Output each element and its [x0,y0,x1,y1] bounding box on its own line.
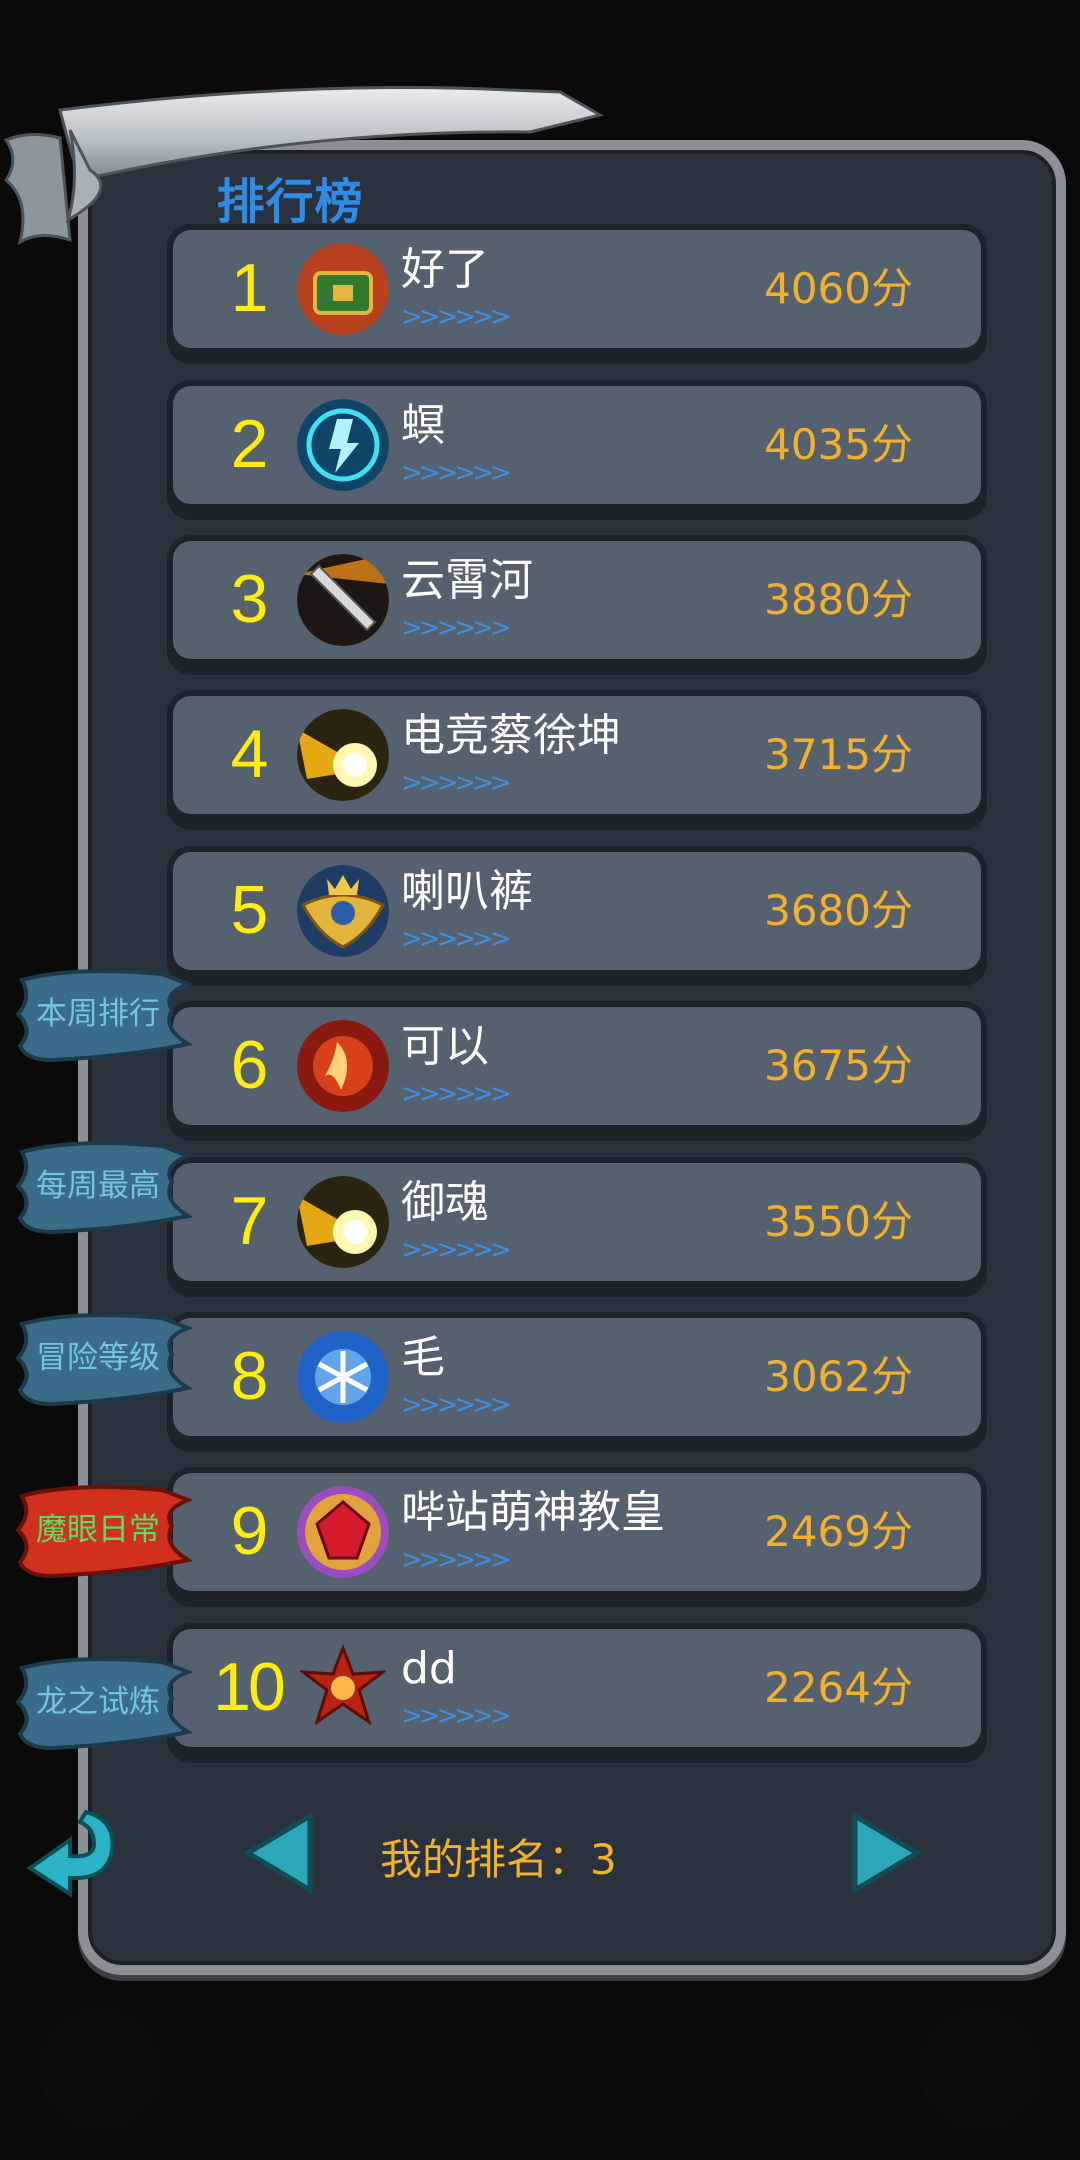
treasure-chest-icon [297,243,389,335]
fire-figure-icon [297,1020,389,1112]
player-score: 3680分 [764,886,913,935]
background-settings-icon [920,2010,1040,2130]
prev-page-button[interactable] [240,1808,320,1898]
leaderboard-row[interactable]: 5 喇叭裤 >>>>>> 3680分 [173,852,981,970]
player-score: 3715分 [764,730,913,779]
back-arrow-icon [26,1809,115,1898]
leaderboard-row[interactable]: 9 哔站萌神教皇 >>>>>> 2469分 [173,1473,981,1591]
leaderboard-row[interactable]: 7 御魂 >>>>>> 3550分 [173,1163,981,1281]
player-score: 2469分 [764,1507,913,1556]
player-name: 好了 [401,244,489,295]
chevron-decoration: >>>>>> [401,1390,512,1420]
side-tab-label: 龙之试炼 [36,1684,160,1720]
chevron-decoration: >>>>>> [401,1545,512,1575]
chevron-decoration: >>>>>> [401,1235,512,1265]
chevron-decoration: >>>>>> [401,1079,512,1109]
leaderboard-row[interactable]: 3 云霄河 >>>>>> 3880分 [173,541,981,659]
leaderboard-row[interactable]: 8 毛 >>>>>> 3062分 [173,1318,981,1436]
player-score: 3675分 [764,1041,913,1090]
leaderboard-row[interactable]: 1 好了 >>>>>> 4060分 [173,230,981,348]
page-title: 排行榜 [216,174,364,230]
leaderboard-row[interactable]: 10 dd >>>>>> 2264分 [173,1629,981,1747]
player-score: 3062分 [764,1352,913,1401]
sword-icon [297,554,389,646]
player-score: 3550分 [764,1197,913,1246]
player-score: 4060分 [764,264,913,313]
lightning-shield-icon [297,399,389,491]
back-button[interactable] [24,1800,124,1900]
leaderboard-row[interactable]: 6 可以 >>>>>> 3675分 [173,1007,981,1125]
chevron-decoration: >>>>>> [401,768,512,798]
light-burst-icon [297,1176,389,1268]
side-tab[interactable]: 本周排行 [12,960,192,1068]
snowflake-icon [297,1331,389,1423]
side-tab[interactable]: 龙之试炼 [12,1648,192,1756]
fire-star-icon [297,1642,389,1734]
side-tab[interactable]: 冒险等级 [12,1304,192,1412]
player-name: dd [401,1643,457,1694]
player-score: 4035分 [764,420,913,469]
player-score: 2264分 [764,1663,913,1712]
player-name: 螟 [401,400,445,451]
triangle-right-icon [852,1811,922,1895]
side-tab-label: 冒险等级 [36,1340,160,1376]
player-name: 可以 [401,1021,489,1072]
player-name: 云霄河 [401,555,533,606]
player-name: 毛 [401,1332,445,1383]
player-name: 哔站萌神教皇 [401,1487,665,1538]
player-name: 御魂 [401,1177,489,1228]
triangle-left-icon [243,1811,313,1895]
leaderboard-row[interactable]: 2 螟 >>>>>> 4035分 [173,386,981,504]
background-avatar-icon [40,2010,160,2130]
player-name: 电竞蔡徐坤 [401,710,621,761]
player-name: 喇叭裤 [401,866,533,917]
my-rank: 我的排名：3 [380,1835,617,1884]
side-tab-label: 本周排行 [36,996,160,1032]
chevron-decoration: >>>>>> [401,613,512,643]
light-burst-icon [297,709,389,801]
side-tab-label: 每周最高 [36,1168,160,1204]
side-tab[interactable]: 魔眼日常 [12,1476,192,1584]
chevron-decoration: >>>>>> [401,924,512,954]
chevron-decoration: >>>>>> [401,302,512,332]
next-page-button[interactable] [845,1808,925,1898]
winged-emblem-icon [297,865,389,957]
chevron-decoration: >>>>>> [401,1701,512,1731]
leaderboard-row[interactable]: 4 电竞蔡徐坤 >>>>>> 3715分 [173,696,981,814]
player-score: 3880分 [764,575,913,624]
side-tab-label: 魔眼日常 [36,1512,160,1548]
side-tab[interactable]: 每周最高 [12,1132,192,1240]
red-gem-icon [297,1486,389,1578]
chevron-decoration: >>>>>> [401,458,512,488]
